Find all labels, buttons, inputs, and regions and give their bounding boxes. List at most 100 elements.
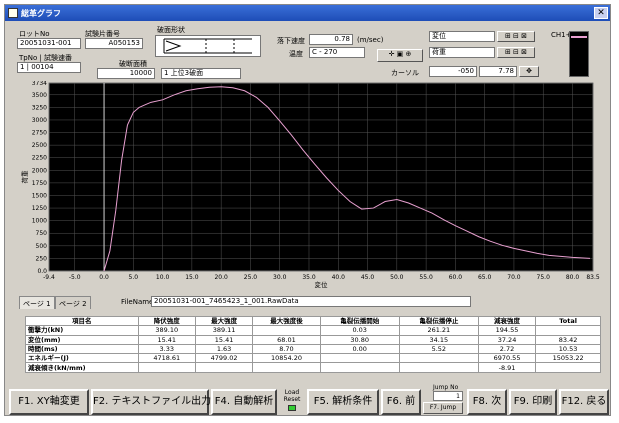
y-tick-label: 3500 bbox=[32, 92, 47, 99]
y-tick-label: 3250 bbox=[32, 104, 47, 111]
chart-panel: -9.4 -5.0 0.0 5.0 10.0 15.0 20.0 25.0 30.0 35.0 40… bbox=[20, 80, 601, 293]
table-cell: 68.01 bbox=[252, 334, 321, 345]
table-header-row: 項目名 降伏強度 最大強度 最大強度後 亀裂伝播開始 亀裂伝播停止 減衰強度 T… bbox=[25, 315, 601, 327]
x-tick-label: 5.0 bbox=[129, 274, 139, 281]
y-tick-label: 2000 bbox=[32, 167, 47, 174]
x-tick-label: 55.0 bbox=[419, 274, 433, 281]
y-tick-label: 3734 bbox=[32, 81, 47, 87]
y-tick-label: 2750 bbox=[32, 130, 47, 137]
col-header: 亀裂伝播停止 bbox=[398, 315, 479, 327]
x-tick-label: 30.0 bbox=[273, 274, 287, 281]
f7-jump-button[interactable]: F7. Jump bbox=[423, 402, 463, 414]
app-icon bbox=[8, 8, 18, 18]
table-cell bbox=[252, 362, 321, 373]
chart-svg[interactable]: -9.4 -5.0 0.0 5.0 10.0 15.0 20.0 25.0 30.0 35.0 40… bbox=[20, 80, 601, 293]
cursor-move-icon[interactable]: ✥ bbox=[519, 66, 539, 77]
temp-field[interactable]: C - 270 bbox=[309, 47, 365, 58]
col-header: 最大強度 bbox=[194, 315, 254, 327]
table-row: 時間(ms) 3.33 1.63 8.70 0.00 5.52 2.72 10.… bbox=[25, 343, 601, 355]
y-axis-select[interactable]: 変位 bbox=[429, 31, 495, 42]
x-tick-label: 35.0 bbox=[302, 274, 316, 281]
f5-analysis-conditions-button[interactable]: F5. 解析条件 bbox=[307, 389, 379, 415]
col-header: 亀裂伝播開始 bbox=[319, 315, 400, 327]
jump-number-field[interactable]: 1 bbox=[433, 391, 463, 401]
tab-page-2[interactable]: ページ 2 bbox=[55, 296, 91, 309]
table-cell: 83.42 bbox=[535, 334, 601, 345]
table-cell bbox=[535, 362, 601, 373]
table-cell: 0.00 bbox=[319, 343, 400, 355]
col-header: 項目名 bbox=[25, 315, 139, 327]
x-tick-label: 65.0 bbox=[478, 274, 492, 281]
y-tick-label: 2250 bbox=[32, 155, 47, 162]
table-cell: 194.55 bbox=[477, 325, 537, 336]
y-tick-label: 1000 bbox=[32, 218, 47, 225]
table-cell bbox=[319, 353, 400, 364]
table-cell bbox=[398, 362, 479, 373]
x-axis-select[interactable]: 荷重 bbox=[429, 47, 495, 58]
f8-next-button[interactable]: F8. 次 bbox=[467, 389, 507, 415]
tp-field[interactable]: 1 | 00104 bbox=[17, 62, 81, 73]
x-tick-label: -5.0 bbox=[69, 274, 81, 281]
table-row: 変位(mm) 15.41 15.41 68.01 30.80 34.15 37.… bbox=[25, 334, 601, 345]
shape-field[interactable]: 1 上位3破面 bbox=[161, 68, 241, 79]
x-axis-scale-buttons[interactable]: ⊞ ⊟ ⊠ bbox=[497, 47, 535, 58]
f1-xy-axis-button[interactable]: F1. XY軸変更 bbox=[9, 389, 89, 415]
f4-auto-analysis-button[interactable]: F4. 自動解析 bbox=[211, 389, 277, 415]
f6-prev-button[interactable]: F6. 前 bbox=[381, 389, 421, 415]
table-row: エネルギー(J) 4718.61 4799.02 10854.20 6970.5… bbox=[25, 353, 601, 364]
table-cell: 3.33 bbox=[137, 343, 196, 355]
table-cell: 389.11 bbox=[194, 325, 254, 336]
filename-label: FileName bbox=[121, 298, 154, 306]
x-tick-label: 15.0 bbox=[185, 274, 199, 281]
x-tick-label: 50.0 bbox=[390, 274, 404, 281]
title-bar: 総革グラフ ✕ bbox=[5, 5, 610, 21]
x-tick-label: 0.0 bbox=[99, 274, 109, 281]
filename-field: 20051031-001_7465423_1_001.RawData bbox=[151, 296, 471, 307]
x-tick-label: 60.0 bbox=[449, 274, 463, 281]
table-cell: 15053.22 bbox=[535, 353, 601, 364]
area-field[interactable]: 10000 bbox=[97, 68, 155, 79]
table-cell: 34.15 bbox=[398, 334, 479, 345]
table-cell: 10.53 bbox=[535, 343, 601, 355]
f12-back-button[interactable]: F12. 戻る bbox=[559, 389, 609, 415]
x-axis-label: 変位 bbox=[315, 280, 329, 289]
lot-field[interactable]: 20051031-001 bbox=[17, 38, 81, 49]
table-cell: 389.10 bbox=[137, 325, 196, 336]
table-cell: 6970.55 bbox=[477, 353, 537, 364]
tab-page-1[interactable]: ページ 1 bbox=[19, 296, 55, 309]
table-cell: 30.80 bbox=[319, 334, 400, 345]
x-tick-label: 10.0 bbox=[156, 274, 170, 281]
y-tick-label: 1500 bbox=[32, 192, 47, 199]
table-cell: 10854.20 bbox=[252, 353, 321, 364]
speed-unit: (m/sec) bbox=[357, 36, 384, 44]
x-tick-label: 40.0 bbox=[332, 274, 346, 281]
cursor-x-field[interactable]: -050 bbox=[429, 66, 477, 77]
row-label: エネルギー(J) bbox=[25, 353, 139, 364]
window-title: 総革グラフ bbox=[21, 9, 61, 18]
row-label: 変位(mm) bbox=[25, 334, 139, 345]
x-tick-label: 45.0 bbox=[361, 274, 375, 281]
y-tick-label: 3000 bbox=[32, 117, 47, 124]
shape-sketch-icon bbox=[163, 38, 252, 54]
x-tick-label: 83.5 bbox=[586, 274, 600, 281]
table-cell: -8.91 bbox=[477, 362, 537, 373]
x-tick-label: 80.0 bbox=[566, 274, 580, 281]
speed-field[interactable]: 0.78 bbox=[309, 34, 353, 45]
table-cell: 5.52 bbox=[398, 343, 479, 355]
cursor-label: カーソル bbox=[391, 69, 419, 77]
close-button[interactable]: ✕ bbox=[594, 7, 608, 19]
f2-text-export-button[interactable]: F2. テキストファイル出力 bbox=[91, 389, 211, 415]
channel-line bbox=[571, 36, 587, 38]
plot-area bbox=[48, 82, 594, 272]
fracture-shape-diagram bbox=[155, 35, 261, 57]
cursor-y-field[interactable]: 7.78 bbox=[479, 66, 517, 77]
x-tick-label: -9.4 bbox=[43, 274, 55, 281]
zoom-tools[interactable]: ✛ ▣ ⊕ bbox=[377, 49, 423, 62]
f9-print-button[interactable]: F9. 印刷 bbox=[509, 389, 557, 415]
row-label: 時間(ms) bbox=[25, 343, 139, 355]
piece-field[interactable]: A050153 bbox=[85, 38, 143, 49]
y-axis-scale-buttons[interactable]: ⊞ ⊟ ⊠ bbox=[497, 31, 535, 42]
load-reset-indicator[interactable] bbox=[288, 405, 296, 411]
table-cell: 4799.02 bbox=[194, 353, 254, 364]
x-tick-label: 70.0 bbox=[507, 274, 521, 281]
